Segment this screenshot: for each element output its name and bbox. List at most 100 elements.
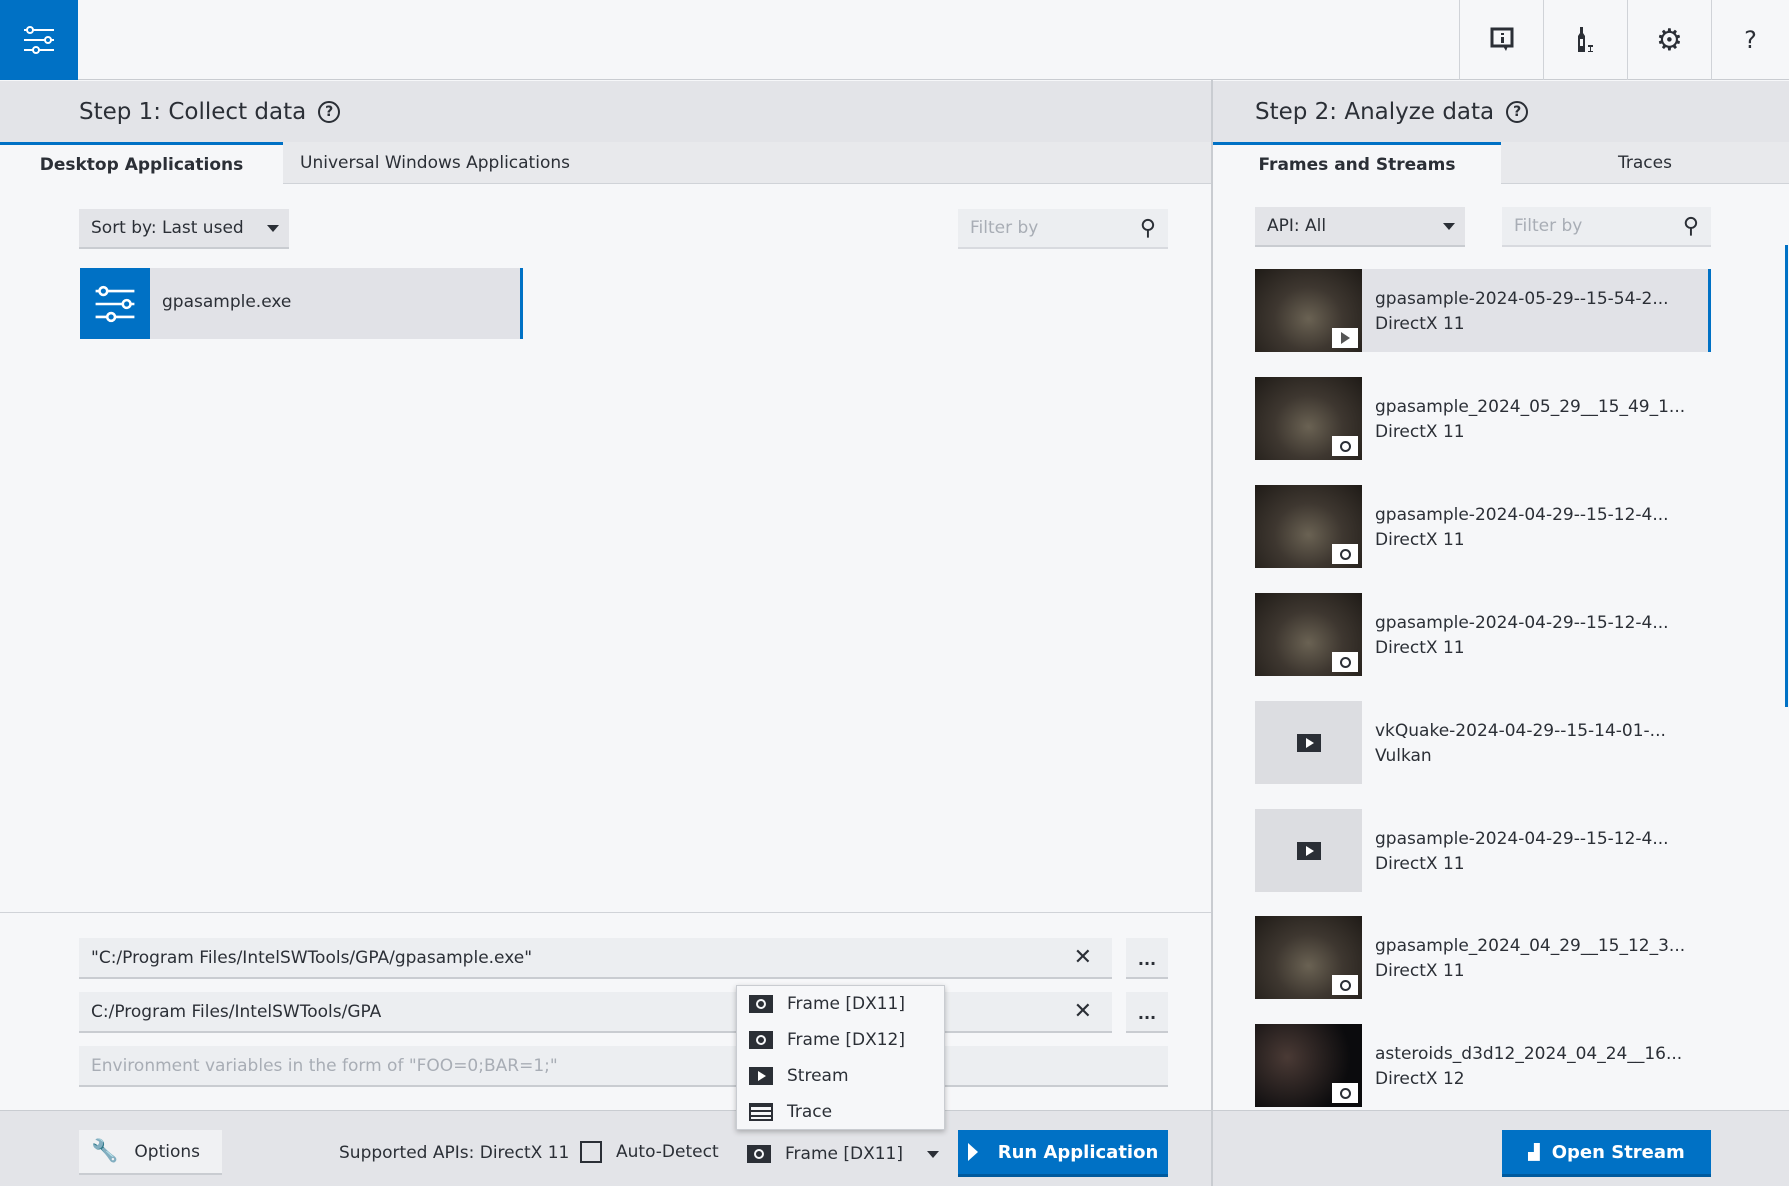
capture-name: gpasample-2024-05-29--15-54-2... — [1375, 289, 1669, 309]
capture-api: DirectX 11 — [1375, 854, 1465, 874]
filter-placeholder: Filter by — [1514, 216, 1583, 236]
command-value: "C:/Program Files/IntelSWTools/GPA/gpasa… — [91, 947, 533, 968]
tab-traces[interactable]: Traces — [1501, 142, 1789, 184]
clear-icon[interactable]: ✕ — [1074, 999, 1092, 1024]
capture-name: gpasample-2024-04-29--15-12-4... — [1375, 613, 1669, 633]
menu-icon — [24, 26, 54, 54]
capture-item[interactable]: gpasample-2024-04-29--15-12-4... DirectX … — [1255, 593, 1711, 676]
trace-icon — [749, 1103, 773, 1121]
chart-icon: ▟ — [1528, 1143, 1540, 1161]
analyze-tabs: Frames and Streams Traces — [1213, 142, 1789, 184]
options-button[interactable]: 🔧 Options — [79, 1130, 222, 1175]
app-filter-input[interactable]: Filter by ⚲ — [958, 209, 1168, 249]
tab-universal-windows-applications[interactable]: Universal Windows Applications — [283, 142, 573, 184]
capture-item[interactable]: gpasample-2024-04-29--15-12-4... DirectX … — [1255, 485, 1711, 568]
menu-item-trace[interactable]: Trace — [749, 1094, 832, 1130]
filter-placeholder: Filter by — [970, 218, 1039, 238]
capture-api: DirectX 11 — [1375, 530, 1465, 550]
capture-item[interactable]: gpasample_2024_04_29__15_12_3... DirectX … — [1255, 916, 1711, 999]
chevron-down-icon — [1443, 223, 1455, 230]
camera-icon — [1332, 544, 1358, 564]
chevron-down-icon — [267, 225, 279, 232]
step1-title: Step 1: Collect data — [79, 98, 307, 125]
run-label: Run Application — [997, 1141, 1159, 1163]
capture-item[interactable]: gpasample-2024-05-29--15-54-2... DirectX … — [1255, 269, 1711, 352]
main-menu-button[interactable] — [0, 0, 78, 80]
chevron-down-icon — [927, 1151, 939, 1158]
camera-icon — [1332, 975, 1358, 995]
capture-name: gpasample_2024_05_29__15_49_1... — [1375, 397, 1686, 417]
settings-button[interactable]: ⚙ — [1627, 0, 1711, 80]
capture-item[interactable]: vkQuake-2024-04-29--15-14-01-... Vulkan — [1255, 701, 1711, 784]
command-input[interactable]: "C:/Program Files/IntelSWTools/GPA/gpasa… — [79, 938, 1112, 979]
film-play-icon — [1332, 328, 1358, 348]
capture-name: vkQuake-2024-04-29--15-14-01-... — [1375, 721, 1666, 741]
checkbox-icon — [580, 1141, 602, 1163]
capture-filter-input[interactable]: Filter by ⚲ — [1502, 207, 1711, 247]
capture-thumbnail — [1255, 1024, 1362, 1107]
bottle-button[interactable] — [1543, 0, 1627, 80]
sort-label: Sort by: Last used — [91, 218, 244, 238]
api-filter-dropdown[interactable]: API: All — [1255, 207, 1465, 247]
app-name: gpasample.exe — [162, 292, 292, 312]
app-item[interactable]: gpasample.exe — [80, 268, 523, 339]
feedback-icon — [1490, 27, 1513, 51]
step1-header: Step 1: Collect data? — [0, 81, 1211, 142]
env-vars-input[interactable]: Environment variables in the form of "FO… — [79, 1046, 1168, 1087]
capture-thumbnail — [1255, 377, 1362, 460]
camera-icon — [1332, 652, 1358, 672]
capture-name: gpasample_2024_04_29__15_12_3... — [1375, 936, 1686, 956]
auto-detect-label: Auto-Detect — [616, 1142, 719, 1162]
wrench-icon: 🔧 — [91, 1139, 119, 1164]
panel-divider[interactable] — [1211, 80, 1213, 1186]
working-dir-value: C:/Program Files/IntelSWTools/GPA — [91, 1001, 382, 1022]
capture-api: DirectX 11 — [1375, 638, 1465, 658]
capture-mode-menu: Frame [DX11] Frame [DX12] Stream Trace — [736, 985, 945, 1130]
sort-dropdown[interactable]: Sort by: Last used — [79, 209, 289, 249]
working-dir-input[interactable]: C:/Program Files/IntelSWTools/GPA ✕ — [79, 992, 1112, 1033]
capture-name: asteroids_d3d12_2024_04_24__16... — [1375, 1044, 1683, 1064]
capture-thumbnail — [1255, 916, 1362, 999]
auto-detect-checkbox[interactable]: Auto-Detect — [580, 1141, 719, 1163]
capture-name: gpasample-2024-04-29--15-12-4... — [1375, 829, 1669, 849]
open-stream-button[interactable]: ▟ Open Stream — [1502, 1130, 1711, 1177]
capture-thumbnail — [1255, 269, 1362, 352]
capture-name: gpasample-2024-04-29--15-12-4... — [1375, 505, 1669, 525]
capture-api: DirectX 11 — [1375, 314, 1465, 334]
menu-item-label: Frame [DX11] — [787, 994, 906, 1014]
tab-frames-and-streams[interactable]: Frames and Streams — [1213, 142, 1501, 184]
feedback-button[interactable] — [1459, 0, 1543, 80]
film-play-icon — [1297, 842, 1321, 860]
collect-tabs: Desktop Applications Universal Windows A… — [0, 142, 1211, 184]
play-icon — [967, 1143, 978, 1161]
menu-item-frame-dx12[interactable]: Frame [DX12] — [749, 1022, 905, 1058]
menu-item-stream[interactable]: Stream — [749, 1058, 849, 1094]
capture-thumbnail — [1255, 485, 1362, 568]
capture-item[interactable]: gpasample_2024_05_29__15_49_1... DirectX … — [1255, 377, 1711, 460]
scrollbar[interactable] — [1785, 245, 1788, 707]
menu-item-label: Frame [DX12] — [787, 1030, 906, 1050]
search-icon: ⚲ — [1139, 215, 1156, 241]
capture-item[interactable]: asteroids_d3d12_2024_04_24__16... DirectX… — [1255, 1024, 1711, 1107]
capture-thumbnail — [1255, 701, 1362, 784]
capture-item[interactable]: gpasample-2024-04-29--15-12-4... DirectX … — [1255, 809, 1711, 892]
env-placeholder: Environment variables in the form of "FO… — [91, 1055, 558, 1076]
menu-item-label: Stream — [787, 1066, 849, 1086]
divider — [0, 912, 1211, 913]
capture-api: DirectX 11 — [1375, 961, 1465, 981]
run-application-button[interactable]: Run Application — [958, 1130, 1168, 1177]
help-button[interactable]: ? — [1711, 0, 1789, 80]
api-label: API: All — [1267, 216, 1327, 236]
browse-dir-button[interactable]: ... — [1126, 992, 1168, 1033]
browse-command-button[interactable]: ... — [1126, 938, 1168, 979]
tab-desktop-applications[interactable]: Desktop Applications — [0, 142, 283, 184]
camera-icon — [749, 1031, 773, 1049]
help-circle-icon[interactable]: ? — [1506, 100, 1529, 123]
help-circle-icon[interactable]: ? — [318, 100, 341, 123]
menu-item-frame-dx11[interactable]: Frame [DX11] — [749, 986, 905, 1022]
camera-icon — [749, 995, 773, 1013]
capture-thumbnail — [1255, 809, 1362, 892]
menu-item-label: Trace — [787, 1102, 833, 1122]
capture-mode-dropdown[interactable]: Frame [DX11] — [747, 1133, 943, 1175]
clear-icon[interactable]: ✕ — [1074, 945, 1092, 970]
